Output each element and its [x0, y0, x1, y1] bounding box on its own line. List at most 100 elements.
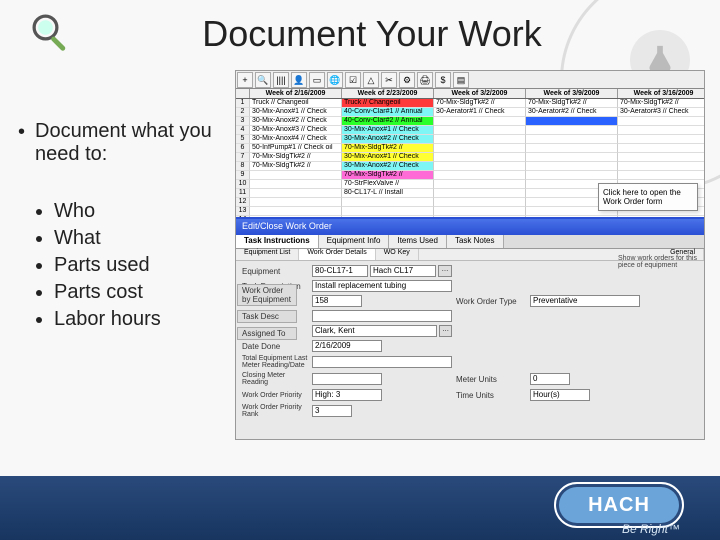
- sheet-cell[interactable]: [434, 144, 526, 153]
- meter-field[interactable]: [312, 356, 452, 368]
- tab-items-used[interactable]: Items Used: [389, 235, 446, 248]
- scissors-icon[interactable]: ✂: [381, 72, 397, 88]
- sheet-cell[interactable]: [526, 153, 618, 162]
- triangle-icon[interactable]: △: [363, 72, 379, 88]
- subtab-wo-key[interactable]: WO Key: [376, 249, 419, 260]
- gear-icon[interactable]: ⚙: [399, 72, 415, 88]
- print-icon[interactable]: 🖨: [417, 72, 433, 88]
- wodate-field[interactable]: 158: [312, 295, 362, 307]
- week-col[interactable]: Week of 3/2/2009: [434, 89, 526, 98]
- class-field[interactable]: [312, 310, 452, 322]
- plus-icon[interactable]: +: [237, 72, 253, 88]
- globe-icon[interactable]: 🌐: [327, 72, 343, 88]
- sheet-cell[interactable]: [434, 135, 526, 144]
- week-col[interactable]: Week of 3/16/2009: [618, 89, 705, 98]
- barcode-icon[interactable]: ||||: [273, 72, 289, 88]
- sheet-cell[interactable]: [526, 117, 618, 126]
- sheet-cell[interactable]: 30-Mix-Anox#2 // Check: [250, 117, 342, 126]
- rank-field[interactable]: 3: [312, 405, 352, 417]
- person-icon[interactable]: 👤: [291, 72, 307, 88]
- tab-equipment-info[interactable]: Equipment Info: [319, 235, 390, 248]
- timeunits-field[interactable]: Hour(s): [530, 389, 590, 401]
- sheet-cell[interactable]: [526, 126, 618, 135]
- sheet-cell[interactable]: [250, 180, 342, 189]
- sheet-cell[interactable]: [434, 198, 526, 207]
- subtab-wo-details[interactable]: Work Order Details: [299, 249, 375, 260]
- sheet-cell[interactable]: [618, 153, 705, 162]
- table-row[interactable]: 770-Mix-SldgTk#2 //30-Mix-Anox#1 // Chec…: [236, 153, 704, 162]
- sheet-cell[interactable]: 70-StrFlexValve //: [342, 180, 434, 189]
- datedone-field[interactable]: 2/16/2009: [312, 340, 382, 352]
- sheet-cell[interactable]: 70-Mix-SldgTk#2 //: [250, 162, 342, 171]
- sheet-cell[interactable]: [618, 126, 705, 135]
- lefttab-task-desc[interactable]: Task Desc: [237, 310, 297, 323]
- equipment-desc[interactable]: Hach CL17 Chlorine Analyzer: [370, 265, 436, 277]
- sheet-cell[interactable]: 70-Mix-SldgTk#2 //: [250, 153, 342, 162]
- sheet-cell[interactable]: 30-Mix-Anox#1 // Check: [342, 153, 434, 162]
- money-icon[interactable]: $: [435, 72, 451, 88]
- week-col[interactable]: Week of 3/9/2009: [526, 89, 618, 98]
- week-col[interactable]: Week of 2/23/2009: [342, 89, 434, 98]
- sheet-cell[interactable]: [618, 144, 705, 153]
- table-row[interactable]: 230-Mix-Anox#1 // Check40-Conv-Clar#1 //…: [236, 108, 704, 117]
- table-row[interactable]: 650-InfPump#1 // Check oil70-Mix-SldgTk#…: [236, 144, 704, 153]
- sheet-cell[interactable]: [434, 126, 526, 135]
- sheet-cell[interactable]: [434, 153, 526, 162]
- sheet-cell[interactable]: 50-InfPump#1 // Check oil: [250, 144, 342, 153]
- closing-field[interactable]: [312, 373, 382, 385]
- week-col[interactable]: Week of 2/16/2009: [250, 89, 342, 98]
- taskdesc-field[interactable]: Install replacement tubing: [312, 280, 452, 292]
- sheet-cell[interactable]: 30-Mix-Anox#2 // Check: [342, 135, 434, 144]
- equipment-field[interactable]: 80-CL17-1: [312, 265, 368, 277]
- search-icon[interactable]: 🔍: [255, 72, 271, 88]
- sheet-cell[interactable]: 40-Conv-Clar#2 // Annual: [342, 117, 434, 126]
- check-icon[interactable]: ☑: [345, 72, 361, 88]
- wotype-field[interactable]: Preventative: [530, 295, 640, 307]
- table-row[interactable]: 970-Mix-SldgTk#2 //: [236, 171, 704, 180]
- lefttab-wo-equip[interactable]: Work Order by Equipment: [237, 284, 297, 306]
- equipment-lookup-button[interactable]: …: [438, 265, 452, 277]
- paper-icon[interactable]: ▤: [453, 72, 469, 88]
- table-row[interactable]: 530-Mix-Anox#4 // Check30-Mix-Anox#2 // …: [236, 135, 704, 144]
- sheet-cell[interactable]: 30-Aerator#3 // Check: [618, 108, 705, 117]
- table-row[interactable]: 1Truck // ChangeoilTruck // Changeoil70-…: [236, 99, 704, 108]
- sheet-cell[interactable]: [618, 171, 705, 180]
- sheet-cell[interactable]: [618, 162, 705, 171]
- sheet-cell[interactable]: [250, 189, 342, 198]
- sheet-cell[interactable]: [526, 171, 618, 180]
- sheet-cell[interactable]: 80-CL17-L // Install: [342, 189, 434, 198]
- sheet-cell[interactable]: [434, 189, 526, 198]
- sheet-cell[interactable]: 70-Mix-SldgTk#2 //: [526, 99, 618, 108]
- sheet-cell[interactable]: [434, 117, 526, 126]
- sheet-cell[interactable]: 30-Mix-Anox#4 // Check: [250, 135, 342, 144]
- assigned-lookup-button[interactable]: …: [439, 325, 452, 337]
- sheet-cell[interactable]: Truck // Changeoil: [250, 99, 342, 108]
- sheet-cell[interactable]: 30-Aerator#1 // Check: [434, 108, 526, 117]
- sheet-cell[interactable]: [342, 207, 434, 216]
- sheet-cell[interactable]: [250, 171, 342, 180]
- sheet-cell[interactable]: 30-Mix-Anox#1 // Check: [342, 126, 434, 135]
- sheet-cell[interactable]: [250, 198, 342, 207]
- sheet-cell[interactable]: 30-Mix-Anox#1 // Check: [250, 108, 342, 117]
- table-row[interactable]: 430-Mix-Anox#3 // Check30-Mix-Anox#1 // …: [236, 126, 704, 135]
- sheet-cell[interactable]: [526, 135, 618, 144]
- lefttab-assigned[interactable]: Assigned To: [237, 327, 297, 340]
- sheet-cell[interactable]: 30-Mix-Anox#2 // Check: [342, 162, 434, 171]
- sheet-cell[interactable]: 70-Mix-SldgTk#2 //: [434, 99, 526, 108]
- sheet-cell[interactable]: [434, 171, 526, 180]
- sheet-cell[interactable]: 40-Conv-Clar#1 // Annual: [342, 108, 434, 117]
- sheet-cell[interactable]: 70-Mix-SldgTk#2 //: [618, 99, 705, 108]
- sheet-cell[interactable]: [434, 162, 526, 171]
- sheet-cell[interactable]: [434, 180, 526, 189]
- sheet-cell[interactable]: [526, 144, 618, 153]
- sheet-cell[interactable]: 30-Mix-Anox#3 // Check: [250, 126, 342, 135]
- sheet-cell[interactable]: 70-Mix-SldgTk#2 //: [342, 171, 434, 180]
- sheet-cell[interactable]: [618, 117, 705, 126]
- sheet-cell[interactable]: 70-Mix-SldgTk#2 //: [342, 144, 434, 153]
- sheet-cell[interactable]: [342, 198, 434, 207]
- sheet-cell[interactable]: [618, 135, 705, 144]
- meterunits-field[interactable]: 0: [530, 373, 570, 385]
- sheet-cell[interactable]: [526, 162, 618, 171]
- sheet-cell[interactable]: 30-Aerator#2 // Check: [526, 108, 618, 117]
- priority-field[interactable]: High: 3: [312, 389, 382, 401]
